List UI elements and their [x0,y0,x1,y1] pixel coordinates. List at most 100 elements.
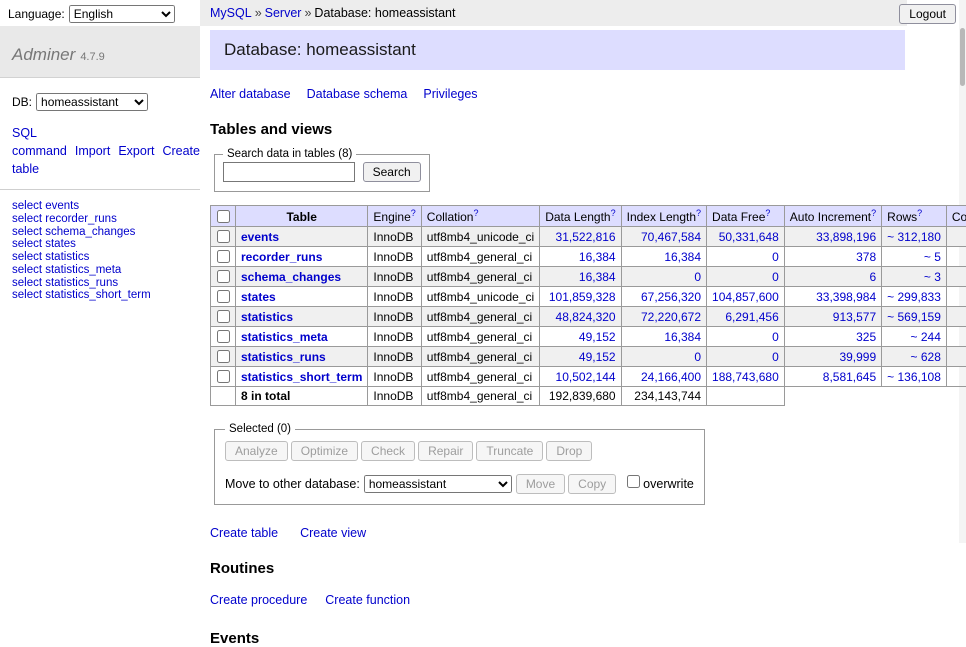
operation-button[interactable]: Drop [546,441,592,461]
sidebar-action-link[interactable]: Export [118,144,154,158]
data-length-link[interactable]: 49,152 [579,350,616,364]
create-link[interactable]: Create view [300,526,366,540]
index-length-link[interactable]: 72,220,672 [641,310,701,324]
move-db-select[interactable]: homeassistant [364,475,512,493]
data-free-link[interactable]: 104,857,600 [712,290,779,304]
table-name-link[interactable]: schema_changes [241,270,341,284]
breadcrumb-link-mysql[interactable]: MySQL [210,6,252,20]
column-help-link[interactable]: ? [411,208,416,218]
column-help-link[interactable]: ? [473,208,478,218]
rows-count-link[interactable]: ~ 244 [911,330,941,344]
data-length-link[interactable]: 48,824,320 [556,310,616,324]
auto-increment-link[interactable]: 325 [856,330,876,344]
data-free-link[interactable]: 6,291,456 [725,310,778,324]
column-help-link[interactable]: ? [611,208,616,218]
auto-increment-link[interactable]: 378 [856,250,876,264]
table-name-link[interactable]: events [241,230,279,244]
row-checkbox[interactable] [217,270,230,283]
db-action-link[interactable]: Database schema [307,87,408,101]
data-length-link[interactable]: 16,384 [579,250,616,264]
data-length-link[interactable]: 16,384 [579,270,616,284]
table-name-link[interactable]: statistics_meta [241,330,328,344]
row-checkbox[interactable] [217,350,230,363]
auto-increment-link[interactable]: 913,577 [833,310,876,324]
sidebar-table-link[interactable]: select statistics_meta [12,264,188,277]
app-version[interactable]: 4.7.9 [80,51,104,63]
sidebar-table-link[interactable]: select recorder_runs [12,213,188,226]
rows-count-link[interactable]: ~ 312,180 [887,230,941,244]
auto-increment-link[interactable]: 39,999 [839,350,876,364]
breadcrumb-link-server[interactable]: Server [265,6,302,20]
operation-button[interactable]: Truncate [476,441,543,461]
column-help-link[interactable]: ? [765,208,770,218]
row-checkbox[interactable] [217,310,230,323]
index-length-link[interactable]: 0 [694,270,701,284]
auto-increment-link[interactable]: 33,398,984 [816,290,876,304]
data-free-link[interactable]: 0 [772,350,779,364]
index-length-link[interactable]: 0 [694,350,701,364]
data-length-link[interactable]: 10,502,144 [556,370,616,384]
logout-button[interactable]: Logout [899,4,956,24]
search-button[interactable]: Search [363,162,421,182]
sidebar-action-link[interactable]: SQL command [12,126,67,158]
operation-button[interactable]: Check [361,441,415,461]
table-name-link[interactable]: statistics_short_term [241,370,362,384]
rows-count-link[interactable]: ~ 5 [924,250,941,264]
data-free-link[interactable]: 0 [772,330,779,344]
index-length-link[interactable]: 16,384 [664,250,701,264]
column-help-link[interactable]: ? [917,208,922,218]
db-action-link[interactable]: Alter database [210,87,291,101]
select-all-checkbox[interactable] [217,210,230,223]
sidebar-action-link[interactable]: Import [75,144,110,158]
index-length-link[interactable]: 70,467,584 [641,230,701,244]
overwrite-checkbox[interactable] [627,475,640,488]
rows-count-link[interactable]: ~ 136,108 [887,370,941,384]
rows-count-link[interactable]: ~ 299,833 [887,290,941,304]
data-free-link[interactable]: 0 [772,250,779,264]
sidebar-table-link[interactable]: select statistics_short_term [12,289,188,302]
index-length-link[interactable]: 16,384 [664,330,701,344]
sidebar-table-link[interactable]: select statistics_runs [12,277,188,290]
move-button[interactable]: Move [516,474,565,494]
operation-button[interactable]: Analyze [225,441,288,461]
row-checkbox[interactable] [217,230,230,243]
rows-count-link[interactable]: ~ 3 [924,270,941,284]
data-free-link[interactable]: 50,331,648 [719,230,779,244]
routine-create-link[interactable]: Create function [325,593,410,607]
create-link[interactable]: Create table [210,526,278,540]
row-checkbox[interactable] [217,250,230,263]
operation-button[interactable]: Optimize [291,441,358,461]
auto-increment-link[interactable]: 8,581,645 [823,370,876,384]
column-help-link[interactable]: ? [871,208,876,218]
table-name-link[interactable]: statistics_runs [241,350,326,364]
table-name-link[interactable]: states [241,290,276,304]
db-action-link[interactable]: Privileges [423,87,477,101]
row-checkbox[interactable] [217,370,230,383]
table-name-link[interactable]: statistics [241,310,293,324]
sidebar-table-link[interactable]: select schema_changes [12,226,188,239]
sidebar-table-link[interactable]: select states [12,238,188,251]
data-length-link[interactable]: 31,522,816 [556,230,616,244]
data-free-link[interactable]: 188,743,680 [712,370,779,384]
data-free-link[interactable]: 0 [772,270,779,284]
rows-count-link[interactable]: ~ 569,159 [887,310,941,324]
index-length-link[interactable]: 67,256,320 [641,290,701,304]
copy-button[interactable]: Copy [568,474,616,494]
language-select[interactable]: English [69,5,175,23]
sidebar-table-link[interactable]: select statistics [12,251,188,264]
routine-create-link[interactable]: Create procedure [210,593,307,607]
auto-increment-link[interactable]: 6 [869,270,876,284]
sidebar-table-link[interactable]: select events [12,200,188,213]
operation-button[interactable]: Repair [418,441,473,461]
data-length-link[interactable]: 49,152 [579,330,616,344]
row-checkbox[interactable] [217,290,230,303]
table-name-link[interactable]: recorder_runs [241,250,322,264]
column-help-link[interactable]: ? [696,208,701,218]
rows-count-link[interactable]: ~ 628 [911,350,941,364]
row-checkbox[interactable] [217,330,230,343]
db-select[interactable]: homeassistant [36,93,148,111]
auto-increment-link[interactable]: 33,898,196 [816,230,876,244]
data-length-link[interactable]: 101,859,328 [549,290,616,304]
index-length-link[interactable]: 24,166,400 [641,370,701,384]
search-input[interactable] [223,162,355,182]
